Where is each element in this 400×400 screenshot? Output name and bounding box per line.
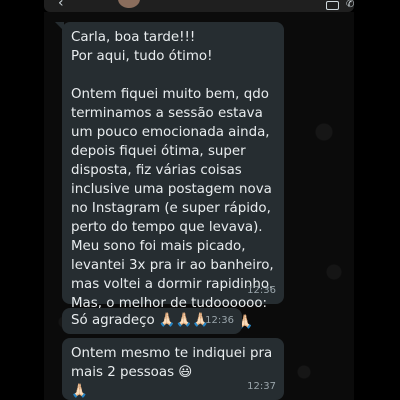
message-timestamp: 12:37 <box>247 381 276 392</box>
bubble-tail <box>55 22 64 31</box>
message-text: Carla, boa tarde!!! Por aqui, tudo ótimo… <box>71 30 274 330</box>
message-bubble[interactable]: Carla, boa tarde!!! Por aqui, tudo ótimo… <box>55 22 284 330</box>
phone-call-icon[interactable]: ✆ <box>346 0 354 10</box>
whatsapp-chat-screen: ‹ ✆ Carla, boa tarde!!! Por aqui, tudo ó… <box>0 0 400 400</box>
message-bubble[interactable]: Ontem mesmo te indiquei pra mais 2 pesso… <box>62 338 284 400</box>
message-bubble[interactable]: Só agradeço 🙏🏻🙏🏻🙏🏻 12:36 <box>62 308 242 334</box>
left-black-margin <box>0 0 44 400</box>
chat-header: ‹ ✆ <box>44 0 354 12</box>
right-black-margin <box>354 0 400 400</box>
back-arrow-icon[interactable]: ‹ <box>58 0 64 11</box>
message-timestamp: 12:36 <box>205 315 234 326</box>
message-text: Ontem mesmo te indiquei pra mais 2 pesso… <box>71 346 273 399</box>
video-call-icon[interactable] <box>326 1 339 10</box>
avatar[interactable] <box>118 0 140 8</box>
message-timestamp: 12:36 <box>247 285 276 296</box>
